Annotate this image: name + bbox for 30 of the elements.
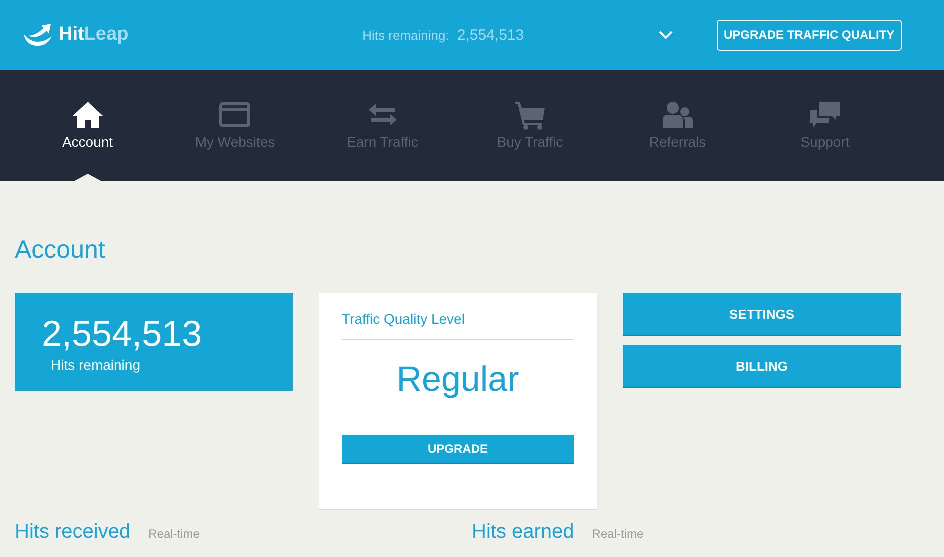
section-note: Real-time — [148, 527, 200, 541]
action-button[interactable]: SETTINGS — [623, 293, 901, 336]
people-icon — [662, 100, 694, 130]
quality-title: Traffic Quality Level — [342, 311, 574, 340]
section-title: Hits received — [15, 521, 131, 544]
upgrade-button[interactable]: UPGRADE — [342, 435, 574, 464]
nav-tab[interactable]: Support — [752, 70, 899, 181]
tab-pointer — [74, 174, 101, 181]
cart-icon — [514, 100, 546, 130]
nav-tab[interactable]: My Websites — [162, 70, 309, 181]
hits-count: 2,554,513 — [42, 315, 204, 353]
section-title: Hits earned — [472, 521, 574, 544]
nav-tab[interactable]: Referrals — [604, 70, 752, 181]
chat-bubbles-icon — [809, 100, 842, 130]
hits-label: Hits remaining: — [362, 28, 450, 42]
hits-value: 2,554,513 — [457, 26, 524, 44]
section-note: Real-time — [592, 527, 644, 541]
browser-window-icon — [219, 100, 252, 130]
quality-level: Regular — [396, 360, 520, 401]
nav-tab[interactable]: Account — [14, 70, 162, 181]
upgrade-traffic-button[interactable]: UPGRADE TRAFFIC QUALITY — [716, 20, 902, 50]
home-icon — [72, 100, 104, 130]
logo-icon — [22, 22, 54, 48]
page-title: Account — [15, 236, 106, 266]
logo-text: HitLeap — [59, 24, 129, 46]
action-button[interactable]: BILLING — [623, 345, 901, 388]
nav-tab[interactable]: Buy Traffic — [456, 70, 604, 181]
hits-caption: Hits remaining — [51, 357, 142, 373]
nav-tab[interactable]: Earn Traffic — [309, 70, 456, 181]
chevron-down-icon[interactable] — [658, 30, 673, 40]
